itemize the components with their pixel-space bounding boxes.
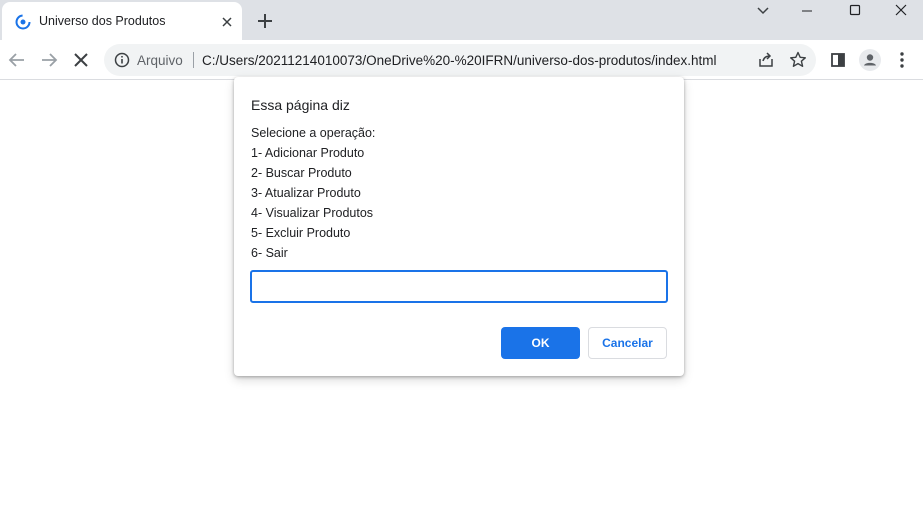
close-window-icon[interactable] <box>878 0 923 24</box>
ok-button[interactable]: OK <box>501 327 580 359</box>
message-line: 1- Adicionar Produto <box>251 146 365 160</box>
tab-title: Universo dos Produtos <box>39 14 166 28</box>
browser-toolbar: Arquivo C:/Users/20211214010073/OneDrive… <box>0 40 923 80</box>
close-tab-icon[interactable] <box>218 13 236 31</box>
profile-avatar-icon[interactable] <box>858 48 882 72</box>
message-line: 5- Excluir Produto <box>251 226 351 240</box>
message-line: 2- Buscar Produto <box>251 166 352 180</box>
message-line: 3- Atualizar Produto <box>251 186 361 200</box>
stop-loading-icon[interactable] <box>69 48 93 72</box>
loading-favicon-icon <box>15 14 31 30</box>
address-bar[interactable]: Arquivo C:/Users/20211214010073/OneDrive… <box>104 44 816 76</box>
dialog-message: Selecione a operação: 1- Adicionar Produ… <box>251 126 375 266</box>
prompt-dialog: Essa página diz Selecione a operação: 1-… <box>234 77 684 376</box>
back-arrow-icon[interactable] <box>5 48 29 72</box>
message-line: Selecione a operação: <box>251 126 376 140</box>
url-text[interactable]: C:/Users/20211214010073/OneDrive%20-%20I… <box>202 53 717 68</box>
new-tab-icon[interactable] <box>255 11 275 31</box>
minimize-icon[interactable] <box>784 0 830 24</box>
menu-dots-icon[interactable] <box>890 48 914 72</box>
site-info-icon[interactable] <box>114 52 130 68</box>
message-line: 4- Visualizar Produtos <box>251 206 374 220</box>
share-icon[interactable] <box>756 50 776 70</box>
side-panel-icon[interactable] <box>826 48 850 72</box>
maximize-icon[interactable] <box>832 0 878 24</box>
browser-tab[interactable]: Universo dos Produtos <box>2 2 242 40</box>
cancel-button[interactable]: Cancelar <box>588 327 667 359</box>
prompt-input[interactable] <box>250 270 668 303</box>
tab-search-icon[interactable] <box>750 0 776 22</box>
bookmark-star-icon[interactable] <box>788 50 808 70</box>
forward-arrow-icon[interactable] <box>37 48 61 72</box>
dialog-title: Essa página diz <box>251 97 350 113</box>
message-line: 6- Sair <box>251 246 288 260</box>
tab-strip: Universo dos Produtos <box>0 0 923 40</box>
omnibox-separator <box>193 52 194 68</box>
scheme-label: Arquivo <box>137 53 183 68</box>
